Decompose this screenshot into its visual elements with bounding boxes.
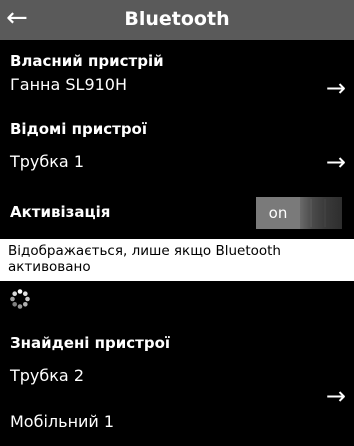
toggle-on-label: on [256,197,300,229]
own-device-name[interactable]: Ганна SL910H [10,75,127,94]
bluetooth-screen: ← Bluetooth Власний пристрій Ганна SL910… [0,0,354,446]
found-devices-label: Знайдені пристрої [10,334,171,352]
found-device-item[interactable]: Мобільний 1 [10,412,114,431]
activation-toggle[interactable]: on [256,197,342,229]
activation-label: Активізація [10,203,111,221]
found-devices-arrow-icon[interactable]: → [326,384,346,408]
known-devices-label: Відомі пристрої [10,120,147,138]
known-device-item[interactable]: Трубка 1 [10,152,84,171]
loading-spinner-icon [10,289,30,309]
known-devices-arrow-icon[interactable]: → [326,150,346,174]
page-title: Bluetooth [124,8,230,30]
found-device-item[interactable]: Трубка 2 [10,366,84,385]
own-device-label: Власний пристрій [10,52,164,70]
own-device-arrow-icon[interactable]: → [326,76,346,100]
header-bar: ← Bluetooth [0,0,354,40]
toggle-knob[interactable] [300,197,342,229]
activation-note: Відображається, лише якщо Bluetooth акти… [0,239,354,281]
